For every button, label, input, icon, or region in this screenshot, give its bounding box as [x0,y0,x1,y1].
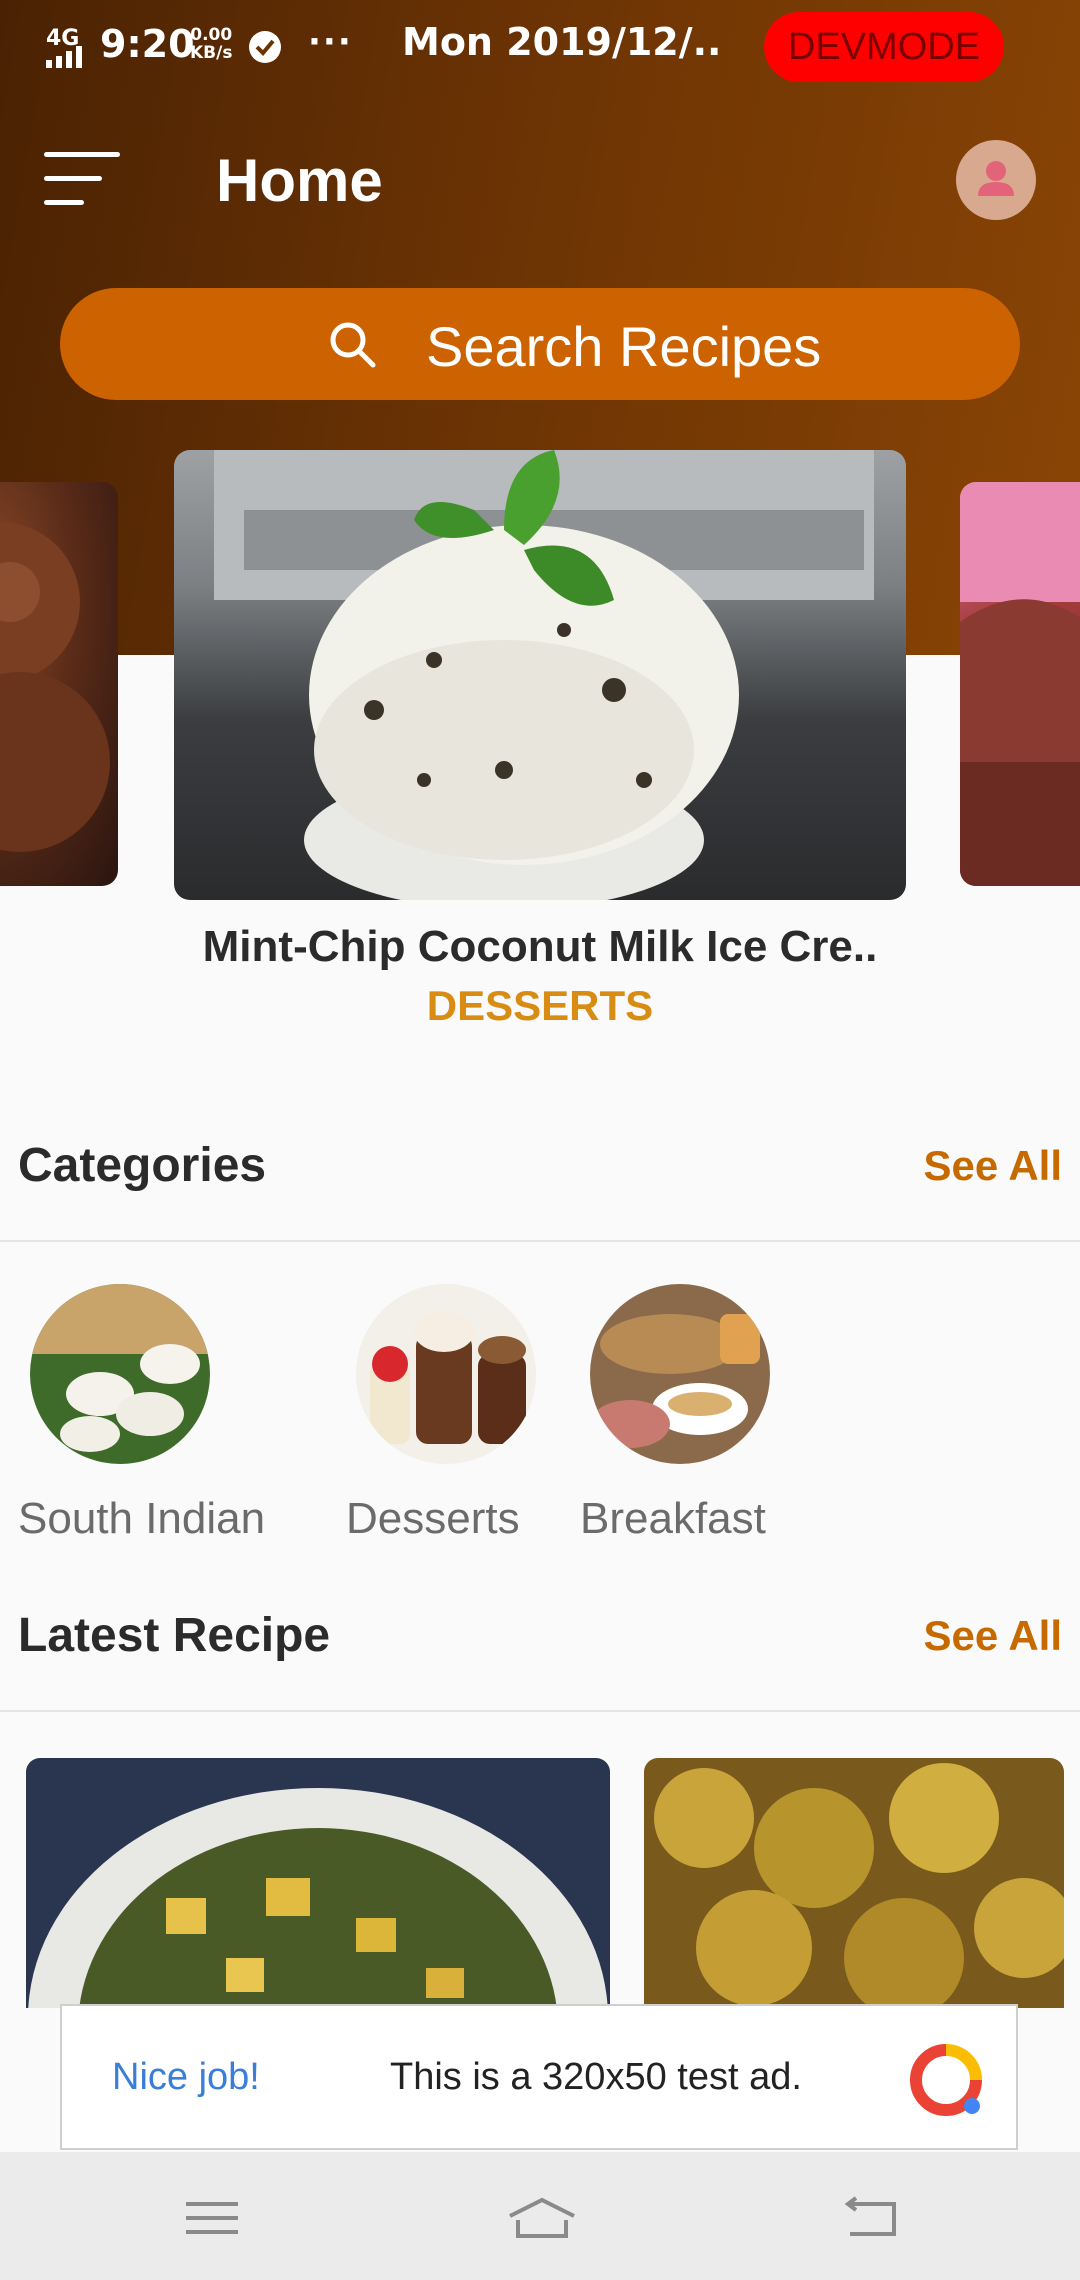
latest-recipe-heading: Latest Recipe [18,1609,331,1662]
carousel-slide-previous[interactable] [0,482,118,886]
ad-logo-icon [910,2044,982,2116]
latest-recipe-card-1[interactable] [26,1758,610,2008]
signal-icon [46,46,82,68]
person-icon [978,161,1014,196]
devmode-badge[interactable]: DEVMODE [764,12,1004,82]
category-label-south-indian[interactable]: South Indian [18,1494,265,1544]
chocolate-dessert-image [960,482,1080,886]
system-navigation-bar [0,2152,1080,2280]
carousel-slide-active[interactable] [174,450,906,900]
mint-chip-ice-cream-image [214,450,874,900]
search-bar[interactable]: Search Recipes [60,288,1020,400]
latest-recipe-card-2[interactable] [644,1758,1064,2008]
speed-value: 0.00 [190,25,233,45]
ad-message: This is a 320x50 test ad. [390,2056,802,2098]
carousel-slide-next[interactable] [960,482,1080,886]
search-placeholder: Search Recipes [426,315,822,378]
carousel-recipe-title[interactable]: Mint-Chip Coconut Milk Ice Cre.. [170,922,910,972]
ad-nice-job-text: Nice job! [112,2056,260,2098]
clock: 9:20 [100,22,195,66]
user-avatar-icon[interactable] [956,140,1036,220]
date: Mon 2019/12/.. [402,20,722,64]
categories-divider [0,1240,1080,1242]
categories-heading: Categories [18,1139,267,1192]
hamburger-menu-icon[interactable] [44,150,124,210]
categories-see-all-link[interactable]: See All [923,1142,1062,1190]
speed-unit: KB/s [190,43,233,63]
home-icon[interactable] [506,2196,578,2240]
search-icon [330,322,376,368]
back-icon[interactable] [842,2196,902,2240]
more-notifications-icon: ··· [308,22,353,62]
gobi-curry-image [644,1758,1064,2008]
category-label-breakfast[interactable]: Breakfast [580,1494,766,1544]
latest-divider [0,1710,1080,1712]
recent-apps-icon[interactable] [182,2196,242,2240]
chocolate-ice-cream-image [0,522,110,852]
latest-recipe-see-all-link[interactable]: See All [923,1612,1062,1660]
aloo-methi-image [26,1758,610,2008]
carousel-recipe-category: DESSERTS [426,982,654,1029]
category-desserts-image[interactable] [356,1284,536,1464]
check-circle-icon [249,31,281,63]
ad-banner[interactable]: Nice job! This is a 320x50 test ad. [60,2004,1018,2150]
category-breakfast-image[interactable] [590,1284,770,1464]
category-label-desserts[interactable]: Desserts [346,1494,520,1544]
network-speed: 0.00 KB/s [190,26,232,62]
page-title: Home [216,147,383,214]
category-south-indian-image[interactable] [30,1284,210,1464]
